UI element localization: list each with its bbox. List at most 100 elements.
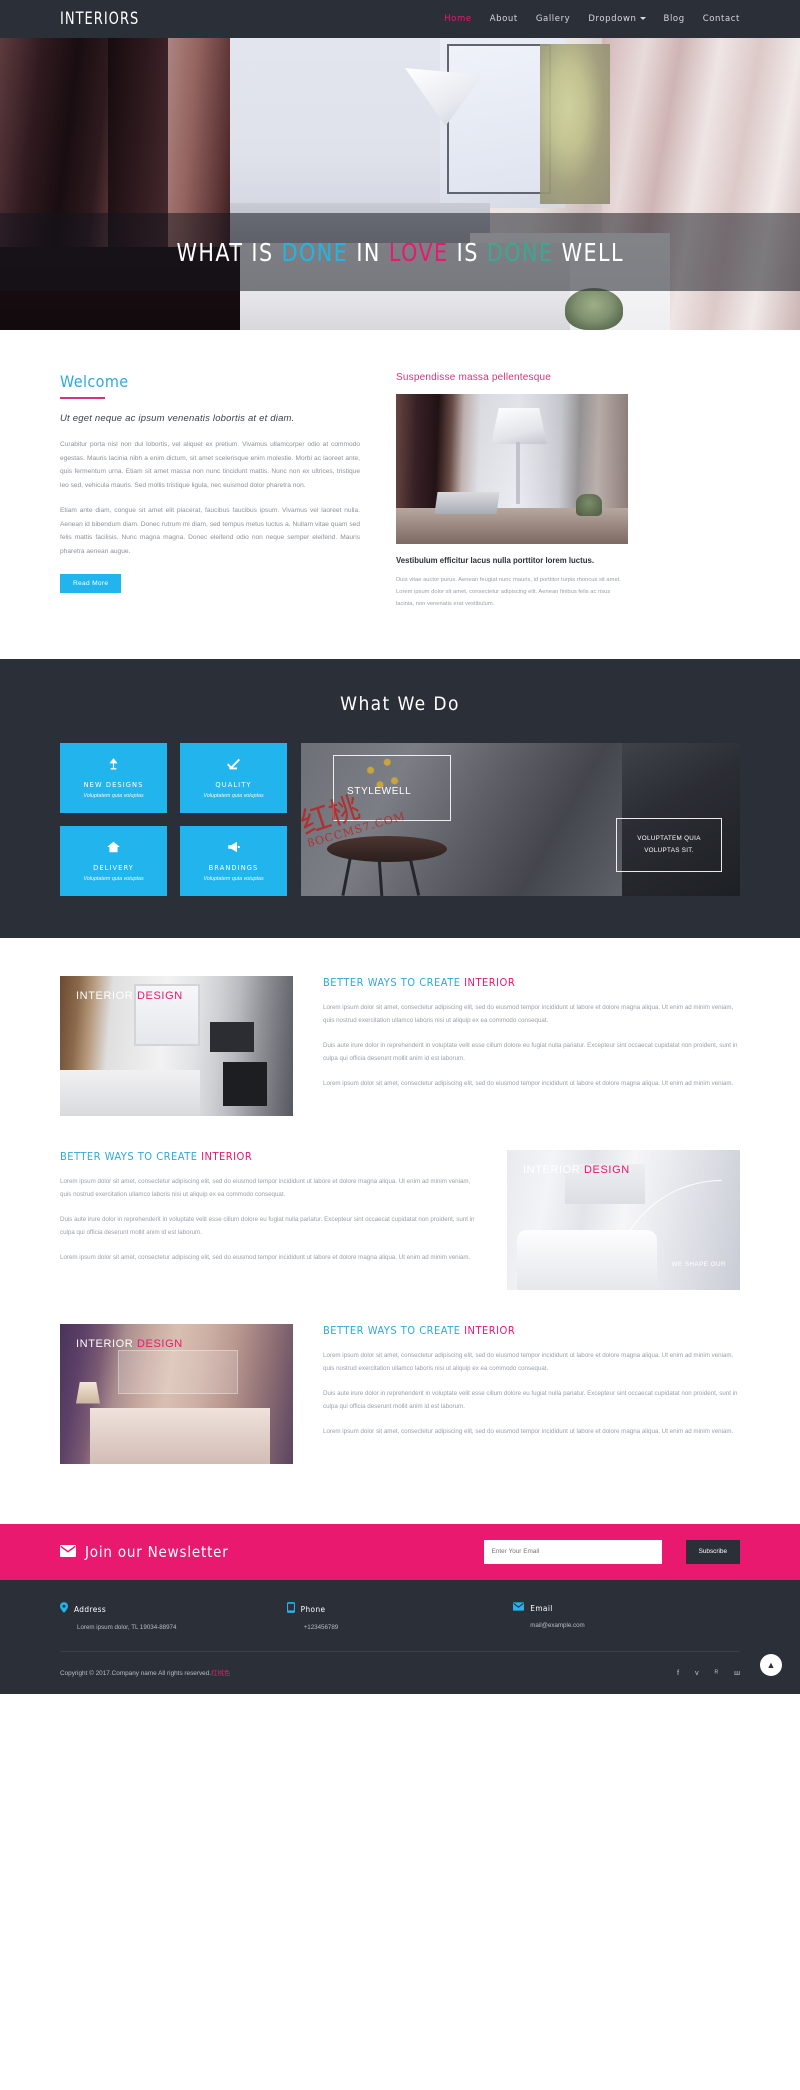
service-name: NEW DESIGNS: [83, 779, 144, 789]
feature-row-3: INTERIOR DESIGN BETTER WAYS TO CREATE IN…: [60, 1323, 740, 1464]
hero-word-done-2: DONE: [486, 237, 554, 267]
newsletter-section: Join our Newsletter Subscribe: [0, 1523, 800, 1580]
overlay-word-interior: INTERIOR: [76, 1337, 134, 1350]
vk-icon[interactable]: ш: [734, 1668, 740, 1677]
copyright-text: Copyright © 2017.Company name All rights…: [60, 1668, 230, 1677]
newsletter-heading-group: Join our Newsletter: [60, 1543, 460, 1561]
service-card-brandings[interactable]: BRANDINGS Voluptatem quia voluptas: [180, 825, 287, 896]
service-card-new-designs[interactable]: NEW DESIGNS Voluptatem quia voluptas: [60, 742, 167, 813]
feature-title-part-b: INTERIOR: [201, 1149, 253, 1163]
lamp-icon: [106, 757, 121, 773]
feature-paragraph-2a: Lorem ipsum dolor sit amet, consectetur …: [60, 1177, 471, 1198]
welcome-paragraph-1: Curabitur porta nisl non dui lobortis, v…: [60, 441, 360, 489]
feature-image-3: INTERIOR DESIGN: [60, 1323, 293, 1464]
location-pin-icon: [60, 1601, 68, 1616]
hero-word-in: IN: [348, 237, 389, 267]
envelope-icon: [513, 1601, 525, 1614]
voluptatem-frame: VOLUPTATEM QUIA VOLUPTAS SIT.: [616, 817, 722, 872]
welcome-right-column: Suspendisse massa pellentesque Vestibulu…: [396, 372, 628, 611]
service-card-quality[interactable]: QUALITY Voluptatem quia voluptas: [180, 742, 287, 813]
nav-item-blog[interactable]: Blog: [664, 14, 685, 24]
service-name: QUALITY: [215, 779, 252, 789]
nav-dropdown-label: Dropdown: [588, 14, 637, 24]
overlay-word-design: DESIGN: [137, 1337, 183, 1350]
nav-item-home[interactable]: Home: [444, 14, 472, 24]
check-ruler-icon: [226, 757, 241, 773]
welcome-title-underline: [60, 397, 105, 399]
what-we-do-title: What We Do: [340, 692, 460, 715]
back-to-top-button[interactable]: ▲: [760, 1653, 782, 1676]
welcome-title: Welcome: [60, 372, 129, 391]
twitter-icon[interactable]: ᴠ: [695, 1668, 699, 1677]
read-more-button[interactable]: Read More: [60, 574, 122, 594]
what-we-do-row: NEW DESIGNS Voluptatem quia voluptas QUA…: [60, 742, 740, 896]
service-sub: Voluptatem quia voluptas: [83, 875, 144, 882]
feature-image-1: INTERIOR DESIGN: [60, 975, 293, 1116]
footer-bottom-bar: Copyright © 2017.Company name All rights…: [60, 1652, 740, 1694]
page-root: INTERIORS Home About Gallery Dropdown Bl…: [0, 0, 800, 1694]
site-header: INTERIORS Home About Gallery Dropdown Bl…: [0, 0, 800, 38]
feature-title-2: BETTER WAYS TO CREATE INTERIOR: [60, 1150, 477, 1163]
footer-label-email: Email: [530, 1602, 553, 1613]
feature-title-3: BETTER WAYS TO CREATE INTERIOR: [323, 1324, 740, 1337]
voluptatem-line-2: VOLUPTAS SIT.: [644, 846, 694, 854]
feature-body-2: BETTER WAYS TO CREATE INTERIOR Lorem ips…: [60, 1150, 477, 1276]
hero-title: WHAT IS DONE IN LOVE IS DONE WELL: [176, 238, 624, 267]
footer-contact-columns: Address Lorem ipsum dolor, TL 19034-8897…: [60, 1601, 740, 1631]
what-we-do-section: What We Do NEW DESIGNS Voluptatem quia v…: [0, 658, 800, 938]
subscribe-button[interactable]: Subscribe: [685, 1539, 740, 1564]
nav-item-contact[interactable]: Contact: [703, 14, 740, 24]
feature-image-overlay-1: INTERIOR DESIGN: [76, 990, 183, 1002]
welcome-desk-lamp-image: [396, 394, 628, 544]
copyright-suffix: 红桃色: [211, 1670, 231, 1678]
service-card-delivery[interactable]: DELIVERY Voluptatem quia voluptas: [60, 825, 167, 896]
feature-paragraph-1c: Lorem ipsum dolor sit amet, consectetur …: [323, 1079, 734, 1087]
envelope-icon: [60, 1544, 76, 1559]
main-nav: Home About Gallery Dropdown Blog Contact: [444, 14, 740, 24]
feature-image-overlay-3: INTERIOR DESIGN: [76, 1338, 183, 1350]
site-logo[interactable]: INTERIORS: [60, 9, 139, 29]
feature-body-3: BETTER WAYS TO CREATE INTERIOR Lorem ips…: [323, 1324, 740, 1450]
overlay-word-design: DESIGN: [584, 1163, 630, 1176]
service-name: BRANDINGS: [208, 862, 259, 872]
hero-word-well: WELL: [553, 237, 624, 267]
features-section: INTERIOR DESIGN BETTER WAYS TO CREATE IN…: [0, 937, 800, 1524]
welcome-right-title: Suspendisse massa pellentesque: [396, 372, 551, 383]
nav-item-about[interactable]: About: [490, 14, 518, 24]
footer-value-phone: +123456789: [303, 1623, 339, 1631]
feature-paragraph-3b: Duis aute irure dolor in reprehenderit i…: [323, 1389, 738, 1410]
home-icon: [106, 840, 121, 856]
feature-image-2: WE SHAPE OUR INTERIOR DESIGN: [507, 1149, 740, 1290]
feature-paragraph-3a: Lorem ipsum dolor sit amet, consectetur …: [323, 1351, 734, 1372]
hero-word-is: IS: [448, 237, 487, 267]
nav-item-gallery[interactable]: Gallery: [536, 14, 570, 24]
hero-word-done-1: DONE: [281, 237, 349, 267]
feature-paragraph-2c: Lorem ipsum dolor sit amet, consectetur …: [60, 1253, 471, 1261]
overlay-word-interior: INTERIOR: [76, 989, 134, 1002]
service-sub: Voluptatem quia voluptas: [83, 792, 144, 799]
nav-item-dropdown[interactable]: Dropdown: [588, 14, 646, 24]
feature-title-part-b: INTERIOR: [464, 1323, 516, 1337]
feature-title-part-b: INTERIOR: [464, 975, 516, 989]
voluptatem-line-1: VOLUPTATEM QUIA: [637, 835, 701, 843]
overlay-word-design: DESIGN: [137, 989, 183, 1002]
hero-caption-band: WHAT IS DONE IN LOVE IS DONE WELL: [0, 213, 800, 291]
feature-title-part-a: BETTER WAYS TO CREATE: [323, 975, 465, 989]
overlay-word-interior: INTERIOR: [523, 1163, 581, 1176]
welcome-caption-paragraph: Duis vitae auctor purus. Aenean feugiat …: [396, 577, 621, 608]
feature-body-1: BETTER WAYS TO CREATE INTERIOR Lorem ips…: [323, 976, 740, 1102]
footer-contact-address: Address Lorem ipsum dolor, TL 19034-8897…: [60, 1601, 287, 1631]
newsletter-email-input[interactable]: [483, 1539, 662, 1564]
feature-row-1: INTERIOR DESIGN BETTER WAYS TO CREATE IN…: [60, 975, 740, 1116]
stylewell-label: STYLEWELL: [347, 785, 412, 797]
footer-label-address: Address: [74, 1603, 107, 1614]
rss-icon[interactable]: ᴿ: [715, 1668, 718, 1677]
facebook-icon[interactable]: f: [677, 1668, 679, 1677]
stylewell-feature-image: STYLEWELL VOLUPTATEM QUIA VOLUPTAS SIT. …: [301, 742, 740, 896]
footer-contact-phone: Phone +123456789: [286, 1601, 514, 1631]
welcome-paragraph-2: Etiam ante diam, congue sit amet elit pl…: [60, 507, 360, 555]
feature-paragraph-1b: Duis aute irure dolor in reprehenderit i…: [323, 1041, 738, 1062]
footer-contact-email: Email mail@example.com: [513, 1601, 740, 1631]
footer-label-phone: Phone: [300, 1603, 326, 1614]
chevron-down-icon: [639, 17, 646, 20]
